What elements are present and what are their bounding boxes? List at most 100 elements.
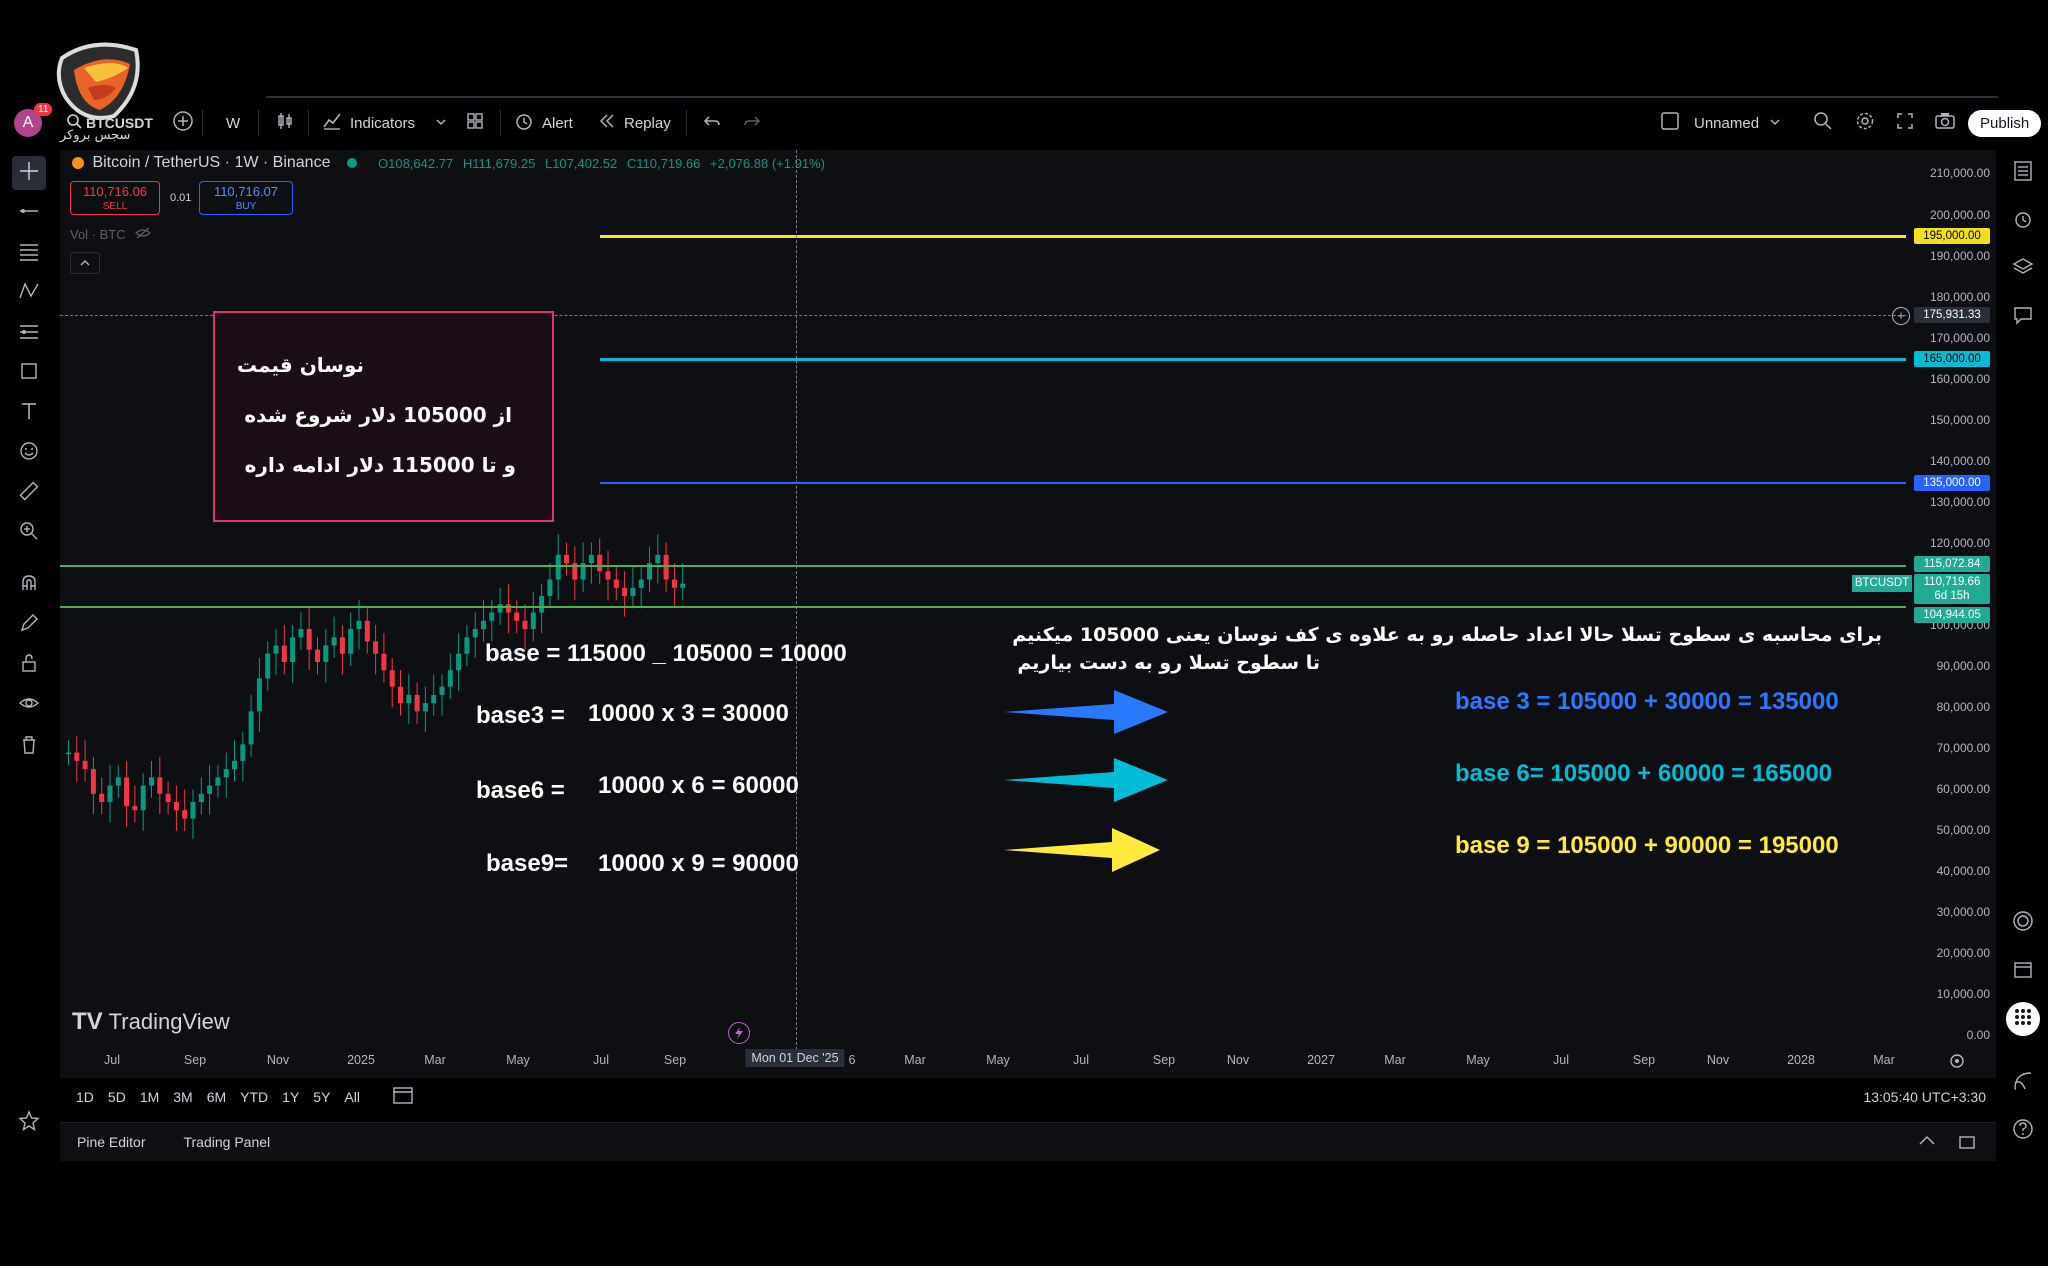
chat-icon bbox=[2012, 304, 2034, 331]
base9-calculation[interactable]: 10000 x 9 = 90000 bbox=[598, 850, 799, 878]
result-base6[interactable]: base 6= 105000 + 60000 = 165000 bbox=[1455, 760, 1832, 788]
arrow-blue[interactable] bbox=[1004, 688, 1170, 738]
publish-button[interactable]: Publish bbox=[1968, 100, 2042, 146]
range-bottom-line[interactable] bbox=[60, 606, 1906, 608]
projection-tool[interactable] bbox=[12, 316, 46, 350]
arrow-cyan[interactable] bbox=[1004, 756, 1170, 806]
base3-calculation[interactable]: 10000 x 3 = 30000 bbox=[588, 700, 789, 728]
signal-button[interactable] bbox=[2006, 1066, 2040, 1100]
compare-button[interactable] bbox=[170, 100, 196, 146]
period-button-3m[interactable]: 3M bbox=[173, 1089, 192, 1105]
price-axis-tag[interactable]: 195,000.00 bbox=[1914, 228, 1990, 244]
add-alert-icon[interactable]: + bbox=[1892, 307, 1910, 325]
quick-search-button[interactable] bbox=[1810, 100, 1836, 146]
price-axis-tag[interactable]: 104,944.05 bbox=[1914, 607, 1990, 623]
user-avatar[interactable]: A 11 bbox=[14, 100, 53, 146]
hide-drawings-tool[interactable] bbox=[12, 688, 46, 722]
period-button-6m[interactable]: 6M bbox=[207, 1089, 226, 1105]
pine-editor-tab[interactable]: Pine Editor bbox=[77, 1134, 145, 1150]
price-axis-label: 90,000.00 bbox=[1936, 659, 1990, 673]
trading-panel-tab[interactable]: Trading Panel bbox=[183, 1134, 270, 1150]
arrow-yellow[interactable] bbox=[1004, 826, 1170, 876]
calendar-button[interactable] bbox=[2006, 954, 2040, 988]
result-base3[interactable]: base 3 = 105000 + 30000 = 135000 bbox=[1455, 688, 1839, 716]
symbol-search[interactable]: BTCUSDT bbox=[66, 100, 153, 146]
target-icon bbox=[2011, 909, 2035, 938]
level-line-135000[interactable] bbox=[600, 482, 1906, 484]
favorites-tool[interactable] bbox=[12, 1106, 46, 1140]
indicators-button[interactable]: Indicators bbox=[322, 100, 415, 146]
period-button-1y[interactable]: 1Y bbox=[282, 1089, 299, 1105]
candle-body bbox=[456, 653, 462, 671]
indicators-dropdown[interactable] bbox=[432, 100, 450, 146]
fib-tool[interactable] bbox=[12, 236, 46, 270]
explanation-line-1[interactable]: برای محاسبه ی سطوح تسلا حالا اعداد حاصله… bbox=[1012, 624, 1882, 646]
products-button[interactable] bbox=[2006, 1002, 2040, 1036]
base9-label[interactable]: base9= bbox=[486, 850, 568, 878]
emoji-tool[interactable] bbox=[12, 436, 46, 470]
snapshot-button[interactable] bbox=[1932, 100, 1958, 146]
chart-canvas[interactable] bbox=[60, 150, 1906, 1050]
alert-button[interactable]: Alert bbox=[514, 100, 573, 146]
chart-type-button[interactable] bbox=[272, 100, 298, 146]
watchlist-button[interactable] bbox=[2006, 156, 2040, 190]
chevron-up-icon[interactable] bbox=[1918, 1133, 1936, 1152]
base6-label[interactable]: base6 = bbox=[476, 777, 565, 805]
result-base9[interactable]: base 9 = 105000 + 90000 = 195000 bbox=[1455, 832, 1839, 860]
zoom-tool[interactable] bbox=[12, 516, 46, 550]
help-button[interactable] bbox=[2006, 1114, 2040, 1148]
layouts-button[interactable] bbox=[462, 100, 488, 146]
price-axis-tag[interactable]: 6d 15h bbox=[1914, 588, 1990, 604]
explanation-line-2[interactable]: تا سطوح تسلا رو به دست بیاریم bbox=[1017, 652, 1320, 674]
time-axis-settings-icon[interactable] bbox=[1948, 1052, 1966, 1070]
redo-button[interactable] bbox=[740, 100, 764, 146]
chats-button[interactable] bbox=[2006, 300, 2040, 334]
measure-tool[interactable] bbox=[12, 476, 46, 510]
period-button-5d[interactable]: 5D bbox=[108, 1089, 126, 1105]
replay-button[interactable]: Replay bbox=[598, 100, 671, 146]
remove-drawings-tool[interactable] bbox=[12, 730, 46, 764]
period-button-5y[interactable]: 5Y bbox=[313, 1089, 330, 1105]
period-button-1d[interactable]: 1D bbox=[76, 1089, 94, 1105]
maximize-panel-icon[interactable] bbox=[1958, 1133, 1976, 1156]
volume-legend[interactable]: Vol · BTC bbox=[70, 227, 152, 242]
text-tool[interactable] bbox=[12, 396, 46, 430]
chart-title[interactable]: Bitcoin / TetherUS · 1W · Binance bbox=[72, 154, 357, 172]
base-calculation[interactable]: base = 115000 _ 105000 = 10000 bbox=[485, 640, 847, 668]
price-axis-tag[interactable]: 175,931.33 bbox=[1914, 307, 1990, 323]
base3-label[interactable]: base3 = bbox=[476, 702, 565, 730]
stay-drawing-tool[interactable] bbox=[12, 608, 46, 642]
collapse-legend-button[interactable] bbox=[70, 252, 100, 274]
range-top-line[interactable] bbox=[60, 565, 1906, 567]
date-range-icon[interactable] bbox=[392, 1085, 414, 1110]
base6-calculation[interactable]: 10000 x 6 = 60000 bbox=[598, 772, 799, 800]
period-button-1m[interactable]: 1M bbox=[140, 1089, 159, 1105]
interval-button[interactable]: W bbox=[226, 100, 240, 146]
undo-button[interactable] bbox=[700, 100, 724, 146]
price-range-note[interactable]: نوسان قیمت از 105000 دلار شروع شده و تا … bbox=[213, 311, 554, 522]
alerts-button[interactable] bbox=[2006, 204, 2040, 238]
price-axis-tag[interactable]: 135,000.00 bbox=[1914, 475, 1990, 491]
crosshair-tool[interactable] bbox=[12, 156, 46, 190]
magnet-tool[interactable] bbox=[12, 568, 46, 602]
period-button-all[interactable]: All bbox=[344, 1089, 360, 1105]
object-tree-button[interactable] bbox=[2006, 252, 2040, 286]
lock-drawings-tool[interactable] bbox=[12, 648, 46, 682]
fullscreen-button[interactable] bbox=[1892, 100, 1918, 146]
candle-body bbox=[273, 645, 279, 654]
pattern-tool[interactable] bbox=[12, 276, 46, 310]
price-axis-tag[interactable]: 165,000.00 bbox=[1914, 351, 1990, 367]
clock-display[interactable]: 13:05:40 UTC+3:30 bbox=[1863, 1089, 1986, 1105]
buy-button[interactable]: 110,716.07 BUY bbox=[199, 181, 293, 215]
layout-name-button[interactable]: Unnamed bbox=[1660, 100, 1781, 146]
period-button-ytd[interactable]: YTD bbox=[240, 1089, 268, 1105]
sell-button[interactable]: 110,716.06 SELL bbox=[70, 181, 160, 215]
price-axis-tag[interactable]: 115,072.84 bbox=[1914, 556, 1990, 572]
tradingview-watermark[interactable]: TV TradingView bbox=[72, 1008, 230, 1036]
level-line-165000[interactable] bbox=[600, 358, 1906, 361]
shape-tool[interactable] bbox=[12, 356, 46, 390]
settings-button[interactable] bbox=[1852, 100, 1878, 146]
ideas-button[interactable] bbox=[2006, 906, 2040, 940]
lightning-icon[interactable] bbox=[728, 1022, 750, 1044]
trend-line-tool[interactable] bbox=[12, 196, 46, 230]
